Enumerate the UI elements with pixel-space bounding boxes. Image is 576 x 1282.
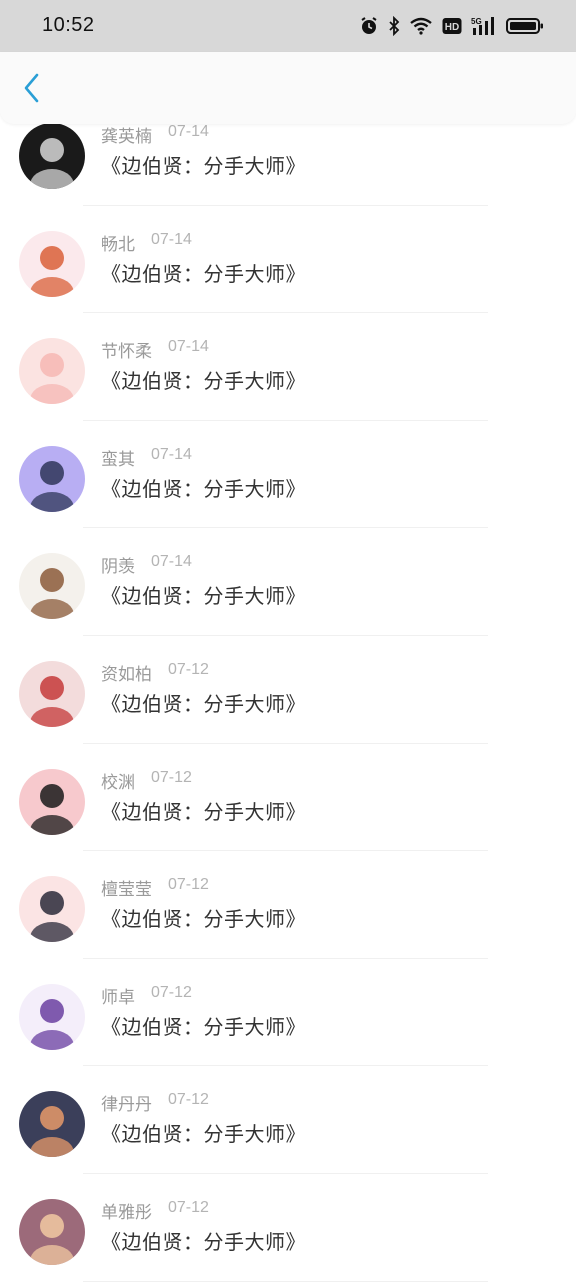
comment-text: 《边伯贤：分手大师》 [101,907,306,932]
comment-item[interactable]: 节怀柔 07-14 《边伯贤：分手大师》 [0,313,576,421]
status-time: 10:52 [42,14,95,36]
comment-text: 《边伯贤：分手大师》 [101,369,306,394]
comment-item[interactable]: 校渊 07-12 《边伯贤：分手大师》 [0,744,576,852]
avatar[interactable] [19,445,85,512]
commenter-name[interactable]: 校渊 [101,768,135,793]
commenter-name[interactable]: 阴羡 [101,552,135,577]
commenter-name[interactable]: 单雅彤 [101,1198,152,1223]
comment-text: 《边伯贤：分手大师》 [101,1229,306,1254]
wifi-icon [409,16,433,36]
svg-text:5G: 5G [471,17,482,26]
avatar[interactable] [19,553,85,620]
avatar[interactable] [19,1091,85,1158]
avatar[interactable] [19,876,85,943]
svg-text:HD: HD [445,22,459,33]
battery-icon [506,16,544,36]
comment-item[interactable]: 畅北 07-14 《边伯贤：分手大师》 [0,206,576,314]
avatar[interactable] [19,660,85,727]
comment-text: 《边伯贤：分手大师》 [101,1122,306,1147]
comment-date: 07-14 [151,445,192,463]
status-bar: 10:52 HD 5G [0,0,576,52]
chevron-left-icon [22,72,42,108]
commenter-name[interactable]: 律丹丹 [101,1090,152,1115]
commenter-name[interactable]: 师卓 [101,983,135,1008]
comment-item[interactable]: 师卓 07-12 《边伯贤：分手大师》 [0,959,576,1067]
comment-item[interactable]: 单雅彤 07-12 《边伯贤：分手大师》 [0,1174,576,1282]
back-button[interactable] [14,72,50,108]
commenter-name[interactable]: 檀莹莹 [101,875,152,900]
hd-icon: HD [442,17,462,35]
comment-date: 07-12 [168,1091,209,1109]
avatar[interactable] [19,123,85,189]
commenter-name[interactable]: 资如柏 [101,660,152,685]
comment-item[interactable]: 资如柏 07-12 《边伯贤：分手大师》 [0,636,576,744]
commenter-name[interactable]: 节怀柔 [101,337,152,362]
nav-bar [0,52,576,124]
comment-date: 07-12 [168,876,209,894]
comment-text: 《边伯贤：分手大师》 [101,261,306,286]
comment-text: 《边伯贤：分手大师》 [101,1014,306,1039]
comment-text: 《边伯贤：分手大师》 [101,476,306,501]
comment-text: 《边伯贤：分手大师》 [101,799,306,824]
status-icons: HD 5G [359,14,544,38]
comment-date: 07-14 [168,123,209,140]
comment-text: 《边伯贤：分手大师》 [101,584,306,609]
comment-item[interactable]: 檀莹莹 07-12 《边伯贤：分手大师》 [0,851,576,959]
bluetooth-icon [388,16,400,36]
comment-date: 07-12 [151,983,192,1001]
avatar[interactable] [19,983,85,1050]
commenter-name[interactable]: 蛮其 [101,445,135,470]
5g-signal-icon: 5G [471,16,497,36]
commenter-name[interactable]: 龚英楠 [101,122,152,147]
comment-date: 07-14 [168,338,209,356]
avatar[interactable] [19,768,85,835]
comment-date: 07-12 [168,1198,209,1216]
avatar[interactable] [19,338,85,405]
comment-text: 《边伯贤：分手大师》 [101,154,306,178]
divider [83,1280,488,1282]
comment-item[interactable]: 律丹丹 07-12 《边伯贤：分手大师》 [0,1066,576,1174]
comment-item[interactable]: 阴羡 07-14 《边伯贤：分手大师》 [0,528,576,636]
avatar[interactable] [19,1198,85,1265]
comment-text: 《边伯贤：分手大师》 [101,691,306,716]
comment-date: 07-14 [151,553,192,571]
comment-date: 07-12 [151,768,192,786]
commenter-name[interactable]: 畅北 [101,230,135,255]
comment-date: 07-14 [151,230,192,248]
comment-item[interactable]: 蛮其 07-14 《边伯贤：分手大师》 [0,421,576,529]
comment-list: 龚英楠 07-14 《边伯贤：分手大师》 畅北 07-14 《边伯贤：分手大师》 节怀柔 07… [0,98,576,1282]
comment-date: 07-12 [168,660,209,678]
alarm-icon [359,16,379,36]
avatar[interactable] [19,230,85,297]
